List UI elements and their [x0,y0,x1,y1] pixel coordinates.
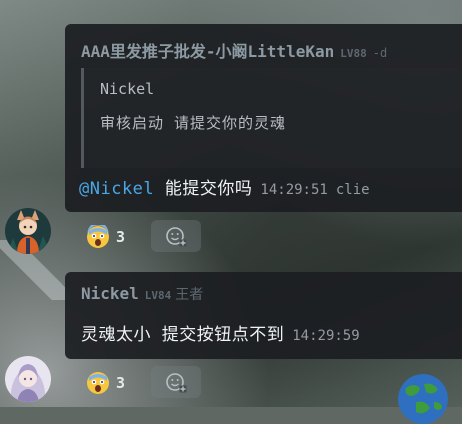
quoted-text: 审核启动 请提交你的灵魂 [100,114,287,132]
sender-name-text[interactable]: AAA里发推子批发-小阚LittleKan [81,42,334,61]
message-bubble[interactable]: AAA里发推子批发-小阚LittleKan LV88 -d Nickel 审核启动 … [65,24,462,212]
quoted-sender: Nickel [100,80,155,98]
quoted-message[interactable]: Nickel 审核启动 请提交你的灵魂 [81,68,462,168]
reaction-count: 3 [116,228,126,246]
sender-level: LV84 [144,289,172,302]
anime-avatar-icon [5,356,51,402]
add-emoji-icon [166,227,187,247]
message-bubble[interactable]: Nickel LV84 王者 灵魂太小 提交按钮点不到 14:29:59 [65,272,462,359]
message-text: @Nickel 能提交你吗 14:29:51 clie [79,174,370,199]
message-time: 14:29:59 [292,328,360,344]
avatar[interactable] [5,208,51,254]
globe-avatar[interactable] [398,374,448,424]
message-text: 灵魂太小 提交按钮点不到 14:29:59 [81,320,360,345]
sender-level: LV88 [340,47,367,60]
add-emoji-icon [166,373,187,393]
message-body: 能提交你吗 [164,179,253,199]
reaction-count: 3 [116,374,126,392]
avatar[interactable] [5,356,51,402]
fox-avatar-icon [5,208,51,254]
sender-title: 王者 [175,287,204,303]
mention-link[interactable]: @Nickel [79,179,154,199]
screaming-face-icon [87,225,109,248]
message-body: 灵魂太小 提交按钮点不到 [81,325,285,345]
sender-name[interactable]: Nickel LV84 王者 [81,284,203,304]
reaction-chip[interactable]: 3 [80,368,131,398]
sender-name[interactable]: AAA里发推子批发-小阚LittleKan LV88 -d [81,38,387,62]
add-reaction-button[interactable] [151,366,201,398]
message-time: 14:29:51 [260,182,328,198]
client-tag: clie [335,182,370,198]
globe-icon [398,374,448,424]
reaction-chip[interactable]: 3 [80,222,131,252]
sender-name-text[interactable]: Nickel [81,284,139,303]
screaming-face-icon [87,372,109,394]
add-reaction-button[interactable] [151,220,201,252]
sender-tag: -d [372,46,388,60]
